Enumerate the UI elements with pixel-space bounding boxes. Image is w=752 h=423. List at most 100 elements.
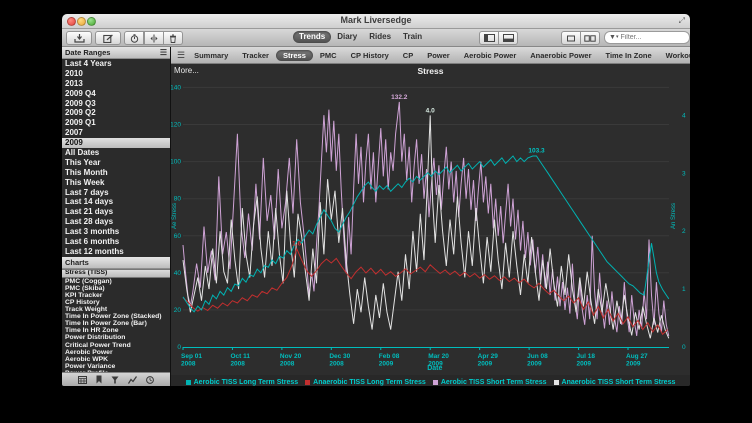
date-range-item[interactable]: 2009 Q2 [62,108,170,118]
tiled-view-icon [584,35,596,42]
date-range-item[interactable]: 2009 Q4 [62,89,170,99]
charts-list: Stress (TISS)PMC (Coggan)PMC (Skiba)KPI … [62,269,170,377]
compose-button[interactable] [95,31,121,45]
tiled-view-button[interactable] [581,31,600,45]
date-range-item[interactable]: Last 14 days [62,197,170,207]
right-tick-label: 2 [682,228,686,235]
date-range-item[interactable]: Last 4 Years [62,59,170,69]
date-range-item[interactable]: All Dates [62,148,170,158]
x-tick-label: Feb 082009 [379,353,400,368]
left-tick-label: 0 [177,344,181,351]
split-view-button[interactable] [144,31,164,45]
view-switcher-item[interactable]: Train [397,31,428,43]
clock-icon[interactable] [146,376,154,384]
chart-list-item[interactable]: Time In Power Zone (Bar) [62,320,170,327]
right-tick-label: 1 [682,286,686,293]
date-range-item[interactable]: 2009 [62,138,170,148]
date-range-item[interactable]: 2009 Q1 [62,118,170,128]
left-tick-label: 140 [171,84,181,91]
title-bar[interactable]: Mark Liversedge ⤢ [62,14,690,29]
chart-list-item[interactable]: PMC (Coggan) [62,278,170,285]
bottombar-toggle-icon [503,34,514,42]
x-tick-label: Sep 012008 [181,353,202,368]
chart-list-item[interactable]: PMC (Skiba) [62,285,170,292]
fullscreen-icon[interactable]: ⤢ [679,16,685,26]
view-switcher-item[interactable]: Diary [331,31,363,43]
date-range-item[interactable]: 2013 [62,79,170,89]
left-tick-label: 40 [174,270,182,277]
chart-tab[interactable]: Tracker [235,50,276,61]
pane-toggles [479,31,518,43]
chart-tab[interactable]: Stress [276,50,313,61]
date-range-item[interactable]: 2010 [62,69,170,79]
trash-button[interactable] [164,31,183,45]
import-button[interactable] [66,31,92,45]
chart-list-item[interactable]: Power Distribution [62,334,170,341]
calendar-icon[interactable] [78,376,87,384]
legend-swatch [554,380,559,385]
chart-list-item[interactable]: KPI Tracker [62,292,170,299]
chart-list-item[interactable]: Stress (TISS) [62,269,170,278]
view-switcher: TrendsDiaryRidesTrain [293,31,428,43]
stats-icon[interactable] [128,376,137,384]
date-range-item[interactable]: 2009 Q3 [62,99,170,109]
legend-label: Aerobic TISS Short Term Stress [441,379,547,386]
chart-tab-bar: ☰ SummaryTrackerStressPMCCP HistoryCPPow… [171,47,690,64]
left-tick-label: 100 [171,159,181,166]
chart-title: Stress [171,66,690,76]
stress-chart-plot[interactable]: Sep 012008Oct 112008Nov 202008Dec 302008… [171,78,690,375]
date-range-item[interactable]: Last 21 days [62,207,170,217]
chart-tab[interactable]: PMC [313,50,344,61]
peak-value-label: 103.3 [528,148,545,155]
filter-funnel-icon[interactable] [111,376,119,384]
chart-tab[interactable]: CP History [344,50,396,61]
date-range-item[interactable]: Last 12 months [62,247,170,257]
trash-icon [169,34,177,43]
date-range-item[interactable]: Last 6 months [62,237,170,247]
chart-list-item[interactable]: Aerobic Power [62,349,170,356]
date-range-item[interactable]: Last 28 days [62,217,170,227]
chart-list-item[interactable]: Track Weight [62,306,170,313]
view-switcher-item[interactable]: Trends [293,31,331,43]
date-range-item[interactable]: This Year [62,158,170,168]
date-range-item[interactable]: Last 7 days [62,188,170,198]
date-ranges-menu-icon[interactable]: ☰ [160,47,167,58]
chart-list-item[interactable]: Time In HR Zone [62,327,170,334]
charts-header[interactable]: Charts [62,257,170,269]
date-range-item[interactable]: Last 3 months [62,227,170,237]
filter-field[interactable]: ▼ ▾ [604,31,690,44]
tabbed-view-button[interactable] [561,31,581,45]
legend-label: Anaerobic TISS Long Term Stress [313,379,426,386]
stopwatch-button[interactable] [124,31,144,45]
x-tick-label: Jul 182009 [577,353,596,368]
right-tick-label: 3 [682,170,686,177]
bottombar-toggle-button[interactable] [499,31,518,45]
layout-toggles [561,31,600,43]
peak-value-label: 132.2 [391,94,408,101]
chart-tab[interactable]: Aerobic Power [457,50,524,61]
date-range-item[interactable]: This Month [62,168,170,178]
chart-list-item[interactable]: Critical Power Trend [62,342,170,349]
chart-tab[interactable]: CP [396,50,420,61]
sidebar-toggle-button[interactable] [479,31,499,45]
right-tick-label: 0 [682,344,686,351]
chart-tab[interactable]: Anaerobic Power [523,50,598,61]
chart-list-item[interactable]: Aerobic WPK [62,356,170,363]
date-range-item[interactable]: 2007 [62,128,170,138]
filter-input[interactable] [618,34,685,41]
chart-tab[interactable]: Power [420,50,457,61]
chart-list-item[interactable]: CP History [62,299,170,306]
chart-tab[interactable]: Summary [187,50,235,61]
view-switcher-item[interactable]: Rides [363,31,397,43]
x-tick-label: Oct 112008 [230,353,250,368]
left-axis-title: Ae Stress [172,203,178,229]
bookmark-icon[interactable] [96,375,102,384]
chart-tab[interactable]: Workout [659,50,690,61]
date-ranges-header[interactable]: Date Ranges ☰ [62,47,170,59]
chart-list-item[interactable]: Time In Power Zone (Stacked) [62,313,170,320]
chart-tab[interactable]: Time In Zone [599,50,659,61]
tabbar-left-menu-icon[interactable]: ☰ [175,50,187,61]
sidebar-bottom-toolbar [62,372,170,386]
chart-list-item[interactable]: Power Variance [62,363,170,370]
date-range-item[interactable]: This Week [62,178,170,188]
